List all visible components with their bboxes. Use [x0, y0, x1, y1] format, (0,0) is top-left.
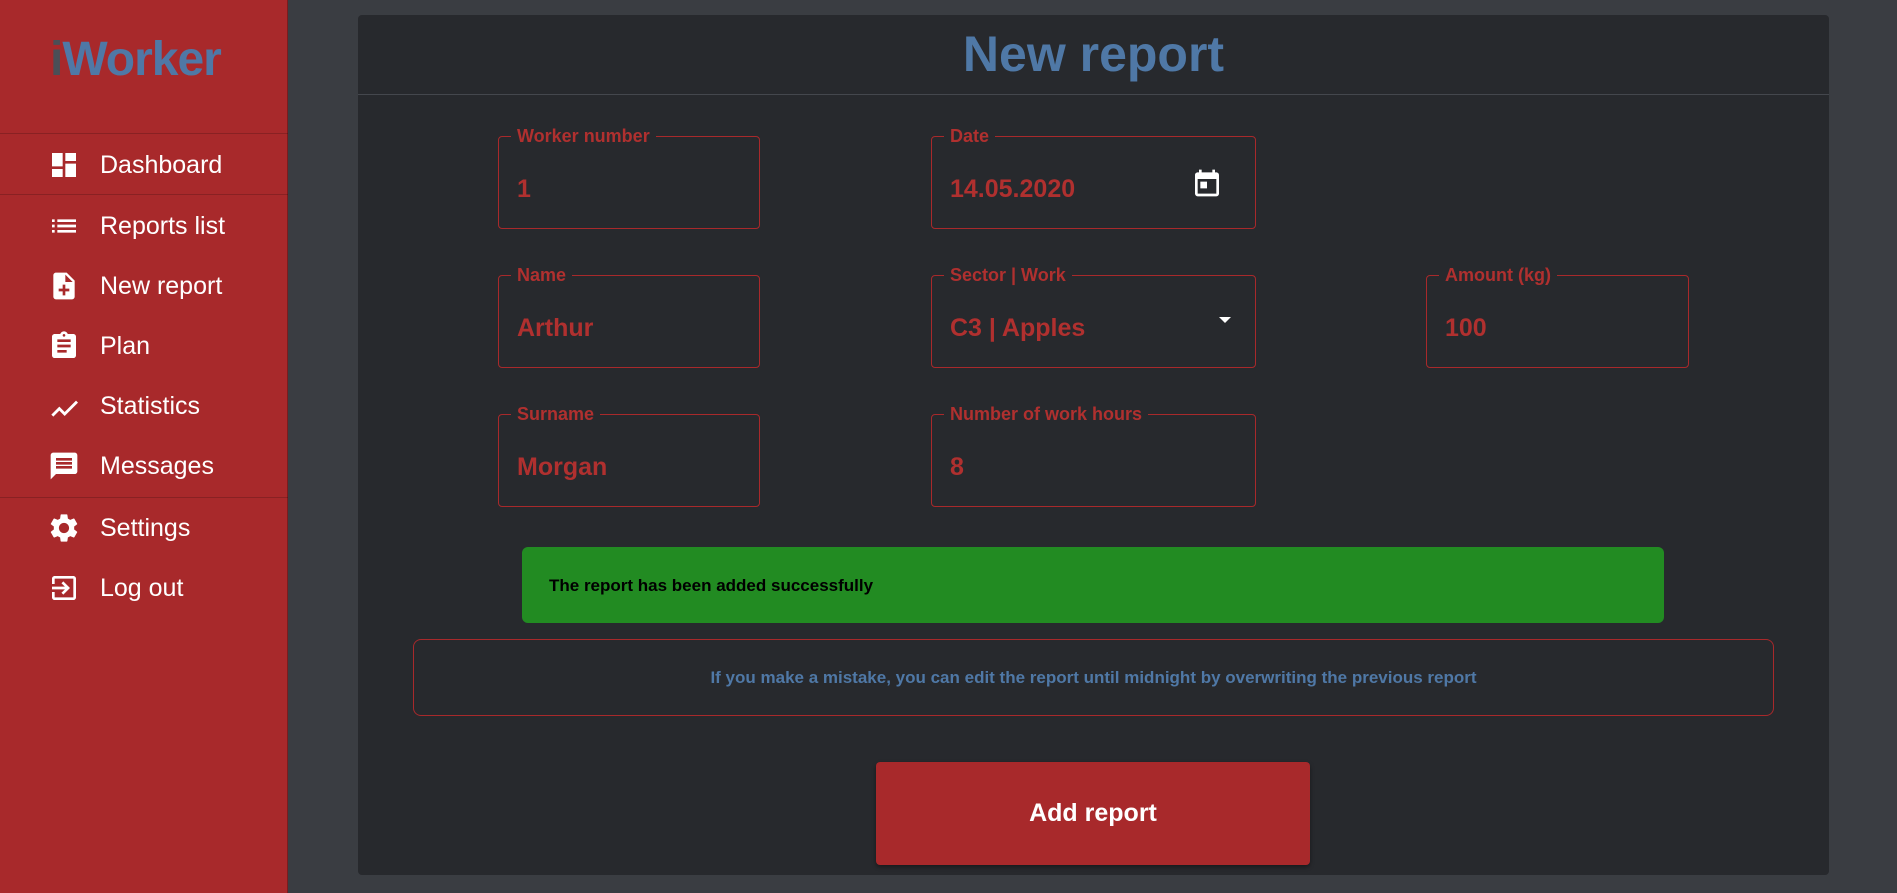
clipboard-icon [47, 329, 81, 363]
sidebar-item-statistics[interactable]: Statistics [0, 381, 288, 431]
amount-input[interactable] [1445, 314, 1641, 343]
name-input[interactable] [517, 314, 712, 343]
edit-hint-text: If you make a mistake, you can edit the … [710, 668, 1477, 687]
date-field[interactable]: Date [931, 126, 1256, 229]
field-label: Number of work hours [944, 404, 1149, 425]
date-input[interactable] [950, 175, 1193, 204]
sidebar-item-label: Messages [100, 451, 214, 480]
work-hours-field[interactable]: Number of work hours [931, 404, 1256, 507]
sector-work-select[interactable]: Sector | Work C3 | Apples [931, 265, 1256, 368]
title-divider [358, 94, 1829, 95]
dropdown-arrow-icon[interactable] [1217, 312, 1233, 330]
field-label: Worker number [511, 126, 656, 147]
sidebar-item-label: Plan [100, 331, 151, 360]
sidebar-item-label: Dashboard [100, 150, 223, 179]
worker-number-input[interactable] [517, 175, 712, 204]
app-logo[interactable]: iWorker [50, 32, 222, 87]
sidebar-divider [0, 497, 288, 498]
amount-field[interactable]: Amount (kg) [1426, 265, 1689, 368]
sidebar-item-messages[interactable]: Messages [0, 441, 288, 491]
sidebar-item-plan[interactable]: Plan [0, 321, 288, 371]
field-label: Surname [511, 404, 601, 425]
sidebar: iWorker Dashboard Reports list New repor… [0, 0, 288, 893]
field-label: Sector | Work [944, 265, 1072, 286]
list-icon [47, 209, 81, 243]
sidebar-item-reports-list[interactable]: Reports list [0, 201, 288, 251]
sidebar-divider [0, 194, 288, 195]
note-add-icon [47, 269, 81, 303]
sidebar-item-log-out[interactable]: Log out [0, 563, 288, 613]
page-title: New report [962, 26, 1225, 82]
logout-icon [47, 571, 81, 605]
gear-icon [47, 511, 81, 545]
work-hours-input[interactable] [950, 453, 1193, 482]
name-field[interactable]: Name [498, 265, 760, 368]
sidebar-item-label: Statistics [100, 391, 201, 420]
field-label: Name [511, 265, 573, 286]
message-icon [47, 449, 81, 483]
sidebar-item-label: New report [100, 271, 223, 300]
sidebar-divider [0, 133, 288, 134]
dashboard-icon [47, 148, 81, 182]
sidebar-item-dashboard[interactable]: Dashboard [0, 140, 288, 190]
sidebar-item-label: Settings [100, 513, 191, 542]
sidebar-item-label: Reports list [100, 211, 226, 240]
sidebar-item-settings[interactable]: Settings [0, 503, 288, 553]
worker-number-field[interactable]: Worker number [498, 126, 760, 229]
sidebar-item-new-report[interactable]: New report [0, 261, 288, 311]
success-alert: The report has been added successfully [522, 547, 1664, 623]
success-message: The report has been added successfully [549, 576, 874, 595]
trending-up-icon [47, 389, 81, 423]
surname-input[interactable] [517, 453, 712, 482]
field-label: Amount (kg) [1439, 265, 1557, 286]
calendar-icon[interactable] [1191, 167, 1223, 204]
new-report-card: New report Worker number Date Name Secto… [358, 15, 1829, 875]
surname-field[interactable]: Surname [498, 404, 760, 507]
sector-work-value: C3 | Apples [950, 314, 1086, 342]
edit-hint-box: If you make a mistake, you can edit the … [413, 639, 1774, 716]
add-report-button[interactable]: Add report [876, 762, 1310, 865]
sidebar-item-label: Log out [100, 573, 184, 602]
field-label: Date [944, 126, 996, 147]
